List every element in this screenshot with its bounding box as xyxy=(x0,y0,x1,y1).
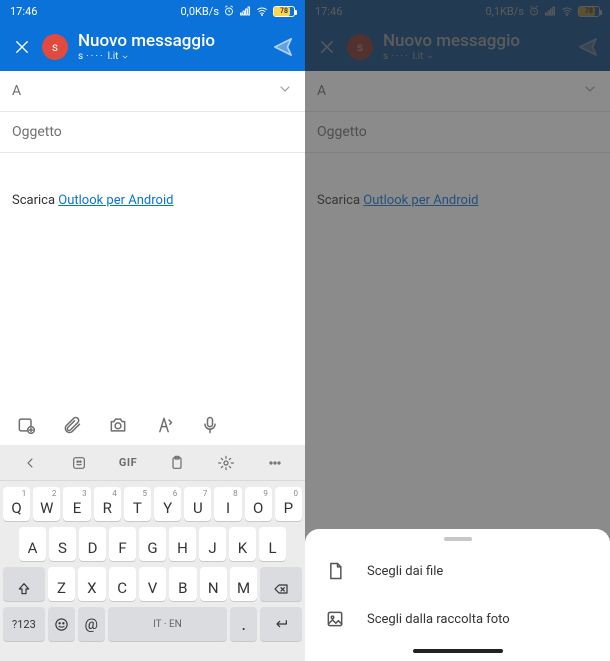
send-button[interactable] xyxy=(271,35,295,59)
chevron-down-icon xyxy=(121,53,129,61)
alarm-icon xyxy=(223,5,235,17)
key-C[interactable]: C xyxy=(109,567,136,601)
key-N[interactable]: N xyxy=(200,567,227,601)
gif-button[interactable]: GIF xyxy=(114,456,142,469)
key-Z[interactable]: Z xyxy=(48,567,75,601)
phone-left: 17:46 0,0KB/s 78 s Nuovo messaggio s····… xyxy=(0,0,305,661)
clipboard-icon[interactable] xyxy=(163,455,191,471)
chevron-down-icon[interactable] xyxy=(277,81,293,101)
collapse-icon[interactable] xyxy=(16,455,44,471)
outlook-link[interactable]: Outlook per Android xyxy=(58,193,173,208)
key-V[interactable]: V xyxy=(139,567,166,601)
page-title: Nuovo messaggio xyxy=(78,31,271,51)
calendar-attach-icon[interactable] xyxy=(16,415,36,439)
key-X[interactable]: X xyxy=(78,567,105,601)
key-W[interactable]: 2W xyxy=(33,487,60,521)
key-P[interactable]: 0P xyxy=(275,487,302,521)
key-J[interactable]: J xyxy=(199,527,226,561)
key-D[interactable]: D xyxy=(79,527,106,561)
keyboard: GIF 1Q2W3E4R5T6Y7U8I9O0P ASDFGHJKL ZXCVB… xyxy=(0,445,305,661)
signal-icon xyxy=(239,5,251,17)
shift-key[interactable] xyxy=(3,567,45,601)
to-field[interactable]: A xyxy=(0,71,305,112)
key-T[interactable]: 5T xyxy=(124,487,151,521)
key-E[interactable]: 3E xyxy=(63,487,90,521)
account-selector[interactable]: s····l.it xyxy=(78,51,271,62)
settings-icon[interactable] xyxy=(212,455,240,471)
compose-toolbar xyxy=(0,408,305,445)
compose-header: s Nuovo messaggio s····l.it xyxy=(0,22,305,71)
mic-icon[interactable] xyxy=(200,415,220,439)
key-R[interactable]: 4R xyxy=(94,487,121,521)
key-F[interactable]: F xyxy=(109,527,136,561)
key-Y[interactable]: 6Y xyxy=(154,487,181,521)
sticker-icon[interactable] xyxy=(65,455,93,471)
battery-icon: 78 xyxy=(273,6,295,17)
choose-from-files[interactable]: Scegli dai file xyxy=(305,547,610,595)
key-B[interactable]: B xyxy=(169,567,196,601)
enter-key[interactable] xyxy=(260,607,302,641)
attachment-sheet: Scegli dai file Scegli dalla raccolta fo… xyxy=(305,529,610,661)
phone-right: 17:46 0,1KB/s 78 s Nuovo messaggio s····… xyxy=(305,0,610,661)
camera-icon[interactable] xyxy=(108,415,128,439)
attach-icon[interactable] xyxy=(62,415,82,439)
keyboard-toolbar: GIF xyxy=(0,445,305,481)
message-body[interactable] xyxy=(0,153,305,193)
key-H[interactable]: H xyxy=(169,527,196,561)
at-key[interactable]: @ xyxy=(78,607,105,641)
wifi-icon xyxy=(255,5,269,17)
sheet-handle[interactable] xyxy=(444,537,472,541)
key-O[interactable]: 9O xyxy=(245,487,272,521)
key-I[interactable]: 8I xyxy=(214,487,241,521)
key-L[interactable]: L xyxy=(259,527,286,561)
key-M[interactable]: M xyxy=(230,567,257,601)
space-key[interactable]: IT · EN xyxy=(108,607,228,641)
status-net: 0,0KB/s xyxy=(181,5,220,18)
close-icon[interactable] xyxy=(10,35,34,59)
key-G[interactable]: G xyxy=(139,527,166,561)
status-time: 17:46 xyxy=(10,5,37,18)
format-icon[interactable] xyxy=(154,415,174,439)
subject-field[interactable]: Oggetto xyxy=(0,112,305,153)
period-key[interactable]: . xyxy=(230,607,257,641)
backspace-key[interactable] xyxy=(260,567,302,601)
status-bar: 17:46 0,0KB/s 78 xyxy=(0,0,305,22)
avatar[interactable]: s xyxy=(42,34,68,60)
key-S[interactable]: S xyxy=(49,527,76,561)
key-Q[interactable]: 1Q xyxy=(3,487,30,521)
symbols-key[interactable]: ?123 xyxy=(3,607,45,641)
signature: Scarica Outlook per Android xyxy=(0,193,305,220)
more-icon[interactable] xyxy=(261,455,289,471)
choose-from-gallery[interactable]: Scegli dalla raccolta foto xyxy=(305,595,610,643)
key-A[interactable]: A xyxy=(19,527,46,561)
home-indicator xyxy=(413,649,503,653)
key-U[interactable]: 7U xyxy=(184,487,211,521)
file-icon xyxy=(325,561,345,581)
emoji-key[interactable] xyxy=(48,607,75,641)
key-K[interactable]: K xyxy=(229,527,256,561)
image-icon xyxy=(325,609,345,629)
